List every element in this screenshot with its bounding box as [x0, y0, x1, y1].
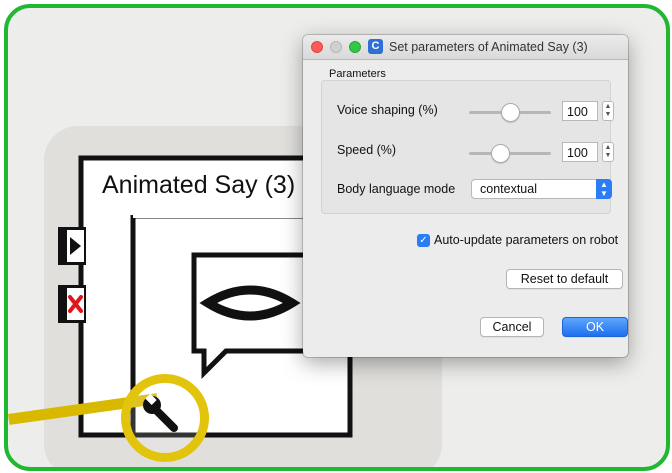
maximize-window-button[interactable]	[349, 41, 361, 53]
wrench-icon[interactable]	[138, 392, 182, 436]
voice-shaping-label: Voice shaping (%)	[337, 103, 438, 117]
delete-button[interactable]	[58, 285, 86, 323]
speech-bubble-icon	[190, 251, 310, 381]
speed-slider-knob[interactable]	[491, 144, 510, 163]
close-window-button[interactable]	[311, 41, 323, 53]
cancel-button[interactable]: Cancel	[480, 317, 544, 337]
voice-shaping-slider-knob[interactable]	[501, 103, 520, 122]
body-language-select[interactable]: contextual ▲ ▼	[471, 179, 612, 199]
body-language-label: Body language mode	[337, 182, 456, 196]
reset-to-default-button[interactable]: Reset to default	[506, 269, 623, 289]
voice-shaping-slider[interactable]	[469, 103, 551, 122]
minimize-window-button[interactable]	[330, 41, 342, 53]
voice-shaping-stepper[interactable]: ▲ ▼	[602, 101, 614, 121]
speed-input[interactable]: 100	[562, 142, 598, 162]
play-button[interactable]	[58, 227, 86, 265]
dialog-titlebar: C Set parameters of Animated Say (3)	[303, 35, 628, 60]
chevron-updown-icon: ▲ ▼	[596, 179, 612, 199]
speed-slider[interactable]	[469, 144, 551, 163]
speed-stepper[interactable]: ▲ ▼	[602, 142, 614, 162]
dialog-title: Set parameters of Animated Say (3)	[389, 40, 588, 54]
auto-update-checkbox[interactable]: ✓	[417, 234, 430, 247]
box-title: Animated Say (3)	[102, 171, 296, 199]
ok-button[interactable]: OK	[562, 317, 628, 337]
parameters-group-label: Parameters	[329, 68, 386, 80]
speed-label: Speed (%)	[337, 143, 397, 157]
body-language-value: contextual	[480, 182, 537, 196]
parameters-dialog: C Set parameters of Animated Say (3) Par…	[303, 35, 628, 357]
voice-shaping-input[interactable]: 100	[562, 101, 598, 121]
auto-update-label[interactable]: Auto-update parameters on robot	[434, 233, 618, 247]
app-icon: C	[368, 39, 383, 54]
